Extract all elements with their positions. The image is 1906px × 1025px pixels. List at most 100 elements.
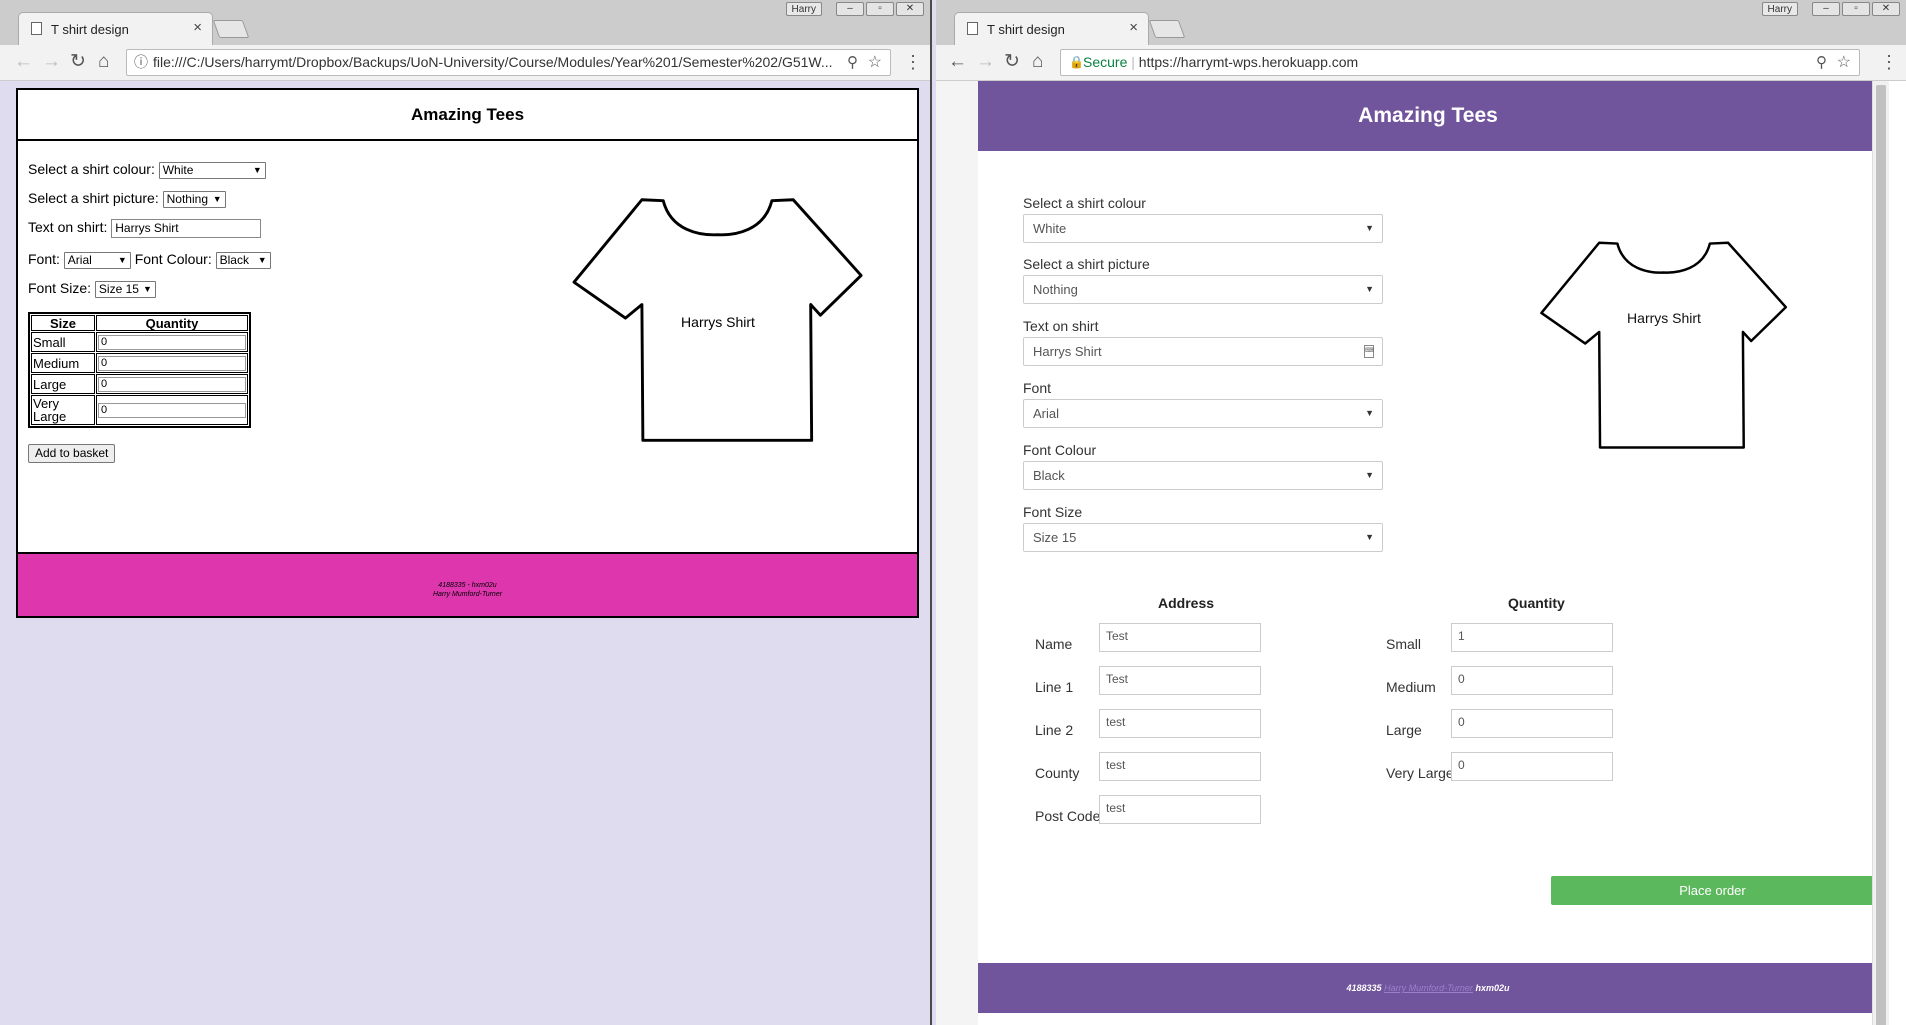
quantity-input-medium[interactable]: 0	[98, 355, 246, 371]
font-colour-label: Font Colour:	[134, 251, 212, 267]
profile-badge[interactable]: Harry	[785, 2, 822, 16]
font-colour-select[interactable]: Black ▼	[1023, 461, 1383, 490]
reload-icon[interactable]: ↻	[70, 51, 86, 73]
font-size-select-value: Size 15	[98, 281, 139, 296]
zoom-icon[interactable]: ⚲	[1816, 50, 1827, 75]
left-viewport: Amazing Tees Select a shirt colour: Whit…	[0, 81, 930, 1025]
very-large-quantity-input[interactable]: 0	[1451, 752, 1613, 781]
bookmark-star-icon[interactable]: ☆	[868, 50, 882, 75]
place-order-button[interactable]: Place order	[1551, 876, 1874, 905]
forward-arrow-icon[interactable]: →	[42, 51, 61, 73]
table-row: Medium 0	[31, 353, 248, 373]
page-container: Amazing Tees Select a shirt colour White…	[978, 81, 1878, 1025]
minimize-button[interactable]: –	[836, 2, 864, 16]
shirt-text: Harrys Shirt	[681, 314, 755, 330]
line1-input[interactable]: Test	[1099, 666, 1261, 695]
address-heading: Address	[1158, 595, 1215, 611]
font-colour-select-value: Black	[1033, 468, 1065, 483]
home-icon[interactable]: ⌂	[1032, 51, 1043, 73]
browser-toolbar: ← → ↻ ⌂ 🔒 Secure | https://harrymt-wps.h…	[936, 45, 1906, 81]
footer-id: 4188335	[1346, 983, 1382, 993]
font-size-select[interactable]: Size 15 ▼	[1023, 523, 1383, 552]
vertical-scrollbar[interactable]	[1872, 81, 1889, 1025]
lock-icon: 🔒	[1069, 55, 1084, 69]
picture-select-value: Nothing	[1033, 282, 1078, 297]
forward-arrow-icon[interactable]: →	[976, 51, 995, 73]
footer-user: hxm02u	[1475, 983, 1510, 993]
chevron-down-icon: ▼	[143, 283, 152, 294]
bookmark-star-icon[interactable]: ☆	[1837, 50, 1851, 75]
browser-tab[interactable]: T shirt design ×	[954, 12, 1149, 45]
font-select[interactable]: Arial ▼	[1023, 399, 1383, 428]
restore-button[interactable]: ▫	[1842, 2, 1870, 16]
picture-select[interactable]: Nothing ▼	[162, 190, 226, 208]
close-window-button[interactable]: ✕	[1872, 2, 1900, 16]
picture-select[interactable]: Nothing ▼	[1023, 275, 1383, 304]
footer-name-link[interactable]: Harry Mumford-Turner	[1384, 983, 1473, 993]
font-colour-label: Font Colour	[1023, 442, 1097, 458]
line2-input[interactable]: test	[1099, 709, 1261, 738]
size-label: Large	[31, 374, 95, 394]
close-window-button[interactable]: ✕	[896, 2, 924, 16]
minimize-button[interactable]: –	[1812, 2, 1840, 16]
new-tab-button[interactable]	[212, 20, 250, 38]
menu-icon[interactable]: ⋮	[904, 51, 922, 73]
small-quantity-input[interactable]: 1	[1451, 623, 1613, 652]
shirt-text-input[interactable]: Harrys Shirt ⌨	[1023, 337, 1383, 366]
chevron-down-icon: ▼	[252, 164, 262, 175]
quantity-input-very-large[interactable]: 0	[98, 402, 246, 418]
tab-close-icon[interactable]: ×	[1129, 19, 1138, 36]
table-header-size: Size	[31, 315, 95, 331]
tab-close-icon[interactable]: ×	[193, 19, 202, 36]
font-size-label: Font Size:	[28, 280, 92, 296]
medium-quantity-input[interactable]: 0	[1451, 666, 1613, 695]
large-quantity-input[interactable]: 0	[1451, 709, 1613, 738]
name-input[interactable]: Test	[1099, 623, 1261, 652]
address-bar[interactable]: ⓘ file:///C:/Users/harrymt/Dropbox/Backu…	[126, 49, 891, 76]
back-arrow-icon[interactable]: ←	[14, 51, 33, 73]
tshirt-preview: Harrys Shirt	[1538, 231, 1790, 449]
post-code-input[interactable]: test	[1099, 795, 1261, 824]
shirt-text-input[interactable]: Harrys Shirt	[111, 219, 262, 238]
tab-title: T shirt design	[987, 22, 1065, 37]
font-select[interactable]: Arial ▼	[63, 251, 131, 269]
chevron-down-icon: ▼	[1365, 223, 1374, 233]
menu-icon[interactable]: ⋮	[1880, 51, 1898, 73]
text-label: Text on shirt:	[28, 219, 108, 236]
scrollbar-thumb[interactable]	[1876, 85, 1886, 1025]
designer-panel: Select a shirt colour: White ▼ Select a s…	[18, 141, 917, 552]
table-row: Large 0	[31, 374, 248, 394]
colour-select-value: White	[1033, 221, 1067, 236]
chevron-down-icon: ▼	[1365, 284, 1374, 294]
picture-label: Select a shirt picture	[1023, 256, 1150, 272]
quantity-input-small[interactable]: 0	[98, 334, 246, 350]
county-input[interactable]: test	[1099, 752, 1261, 781]
page-icon	[967, 22, 978, 35]
colour-select[interactable]: White ▼	[158, 161, 266, 179]
reload-icon[interactable]: ↻	[1004, 51, 1020, 73]
tab-strip: T shirt design × Harry – ▫ ✕	[0, 0, 930, 45]
large-label: Large	[1386, 722, 1422, 738]
colour-select[interactable]: White ▼	[1023, 214, 1383, 243]
keyboard-icon[interactable]: ⌨	[1364, 345, 1374, 358]
address-bar[interactable]: 🔒 Secure | https://harrymt-wps.herokuapp…	[1060, 49, 1860, 76]
url-text: file:///C:/Users/harrymt/Dropbox/Backups…	[153, 54, 833, 70]
new-tab-button[interactable]	[1148, 20, 1186, 38]
add-to-basket-button[interactable]: Add to basket	[28, 444, 116, 463]
home-icon[interactable]: ⌂	[98, 51, 109, 73]
browser-tab[interactable]: T shirt design ×	[18, 12, 213, 45]
size-quantity-table: Size Quantity Small 0 Medium 0 Large 0 V…	[28, 312, 251, 428]
restore-button[interactable]: ▫	[866, 2, 894, 16]
font-colour-select[interactable]: Black ▼	[215, 251, 271, 269]
font-size-select[interactable]: Size 15 ▼	[94, 280, 156, 298]
page-title: Amazing Tees	[978, 81, 1878, 151]
quantity-input-large[interactable]: 0	[98, 376, 246, 392]
info-icon[interactable]: ⓘ	[134, 50, 148, 75]
table-row: Very Large 0	[31, 395, 248, 425]
small-label: Small	[1386, 636, 1422, 652]
profile-badge[interactable]: Harry	[1761, 2, 1798, 16]
back-arrow-icon[interactable]: ←	[948, 51, 967, 73]
window-controls: – ▫ ✕	[836, 2, 924, 16]
quantity-heading: Quantity	[1508, 595, 1565, 611]
zoom-icon[interactable]: ⚲	[847, 50, 858, 75]
